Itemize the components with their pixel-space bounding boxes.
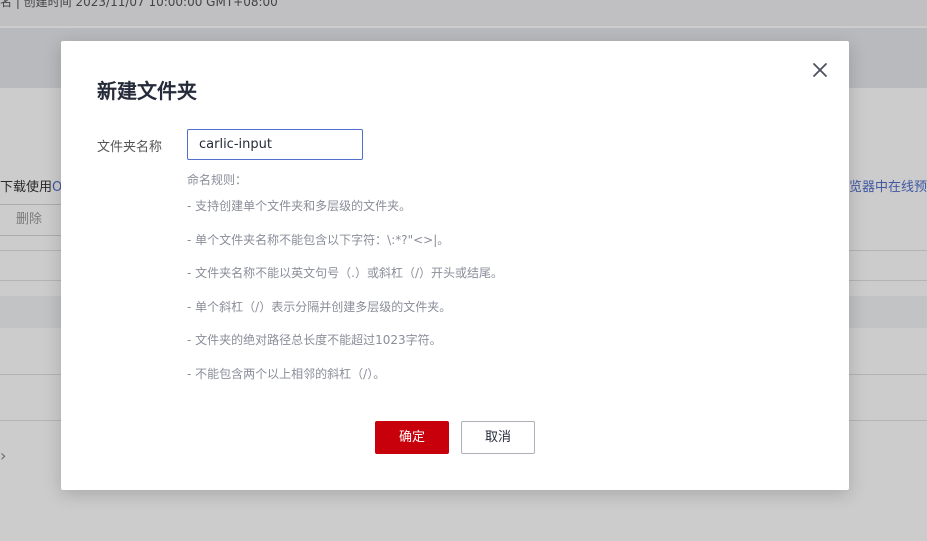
cancel-button[interactable]: 取消 — [461, 421, 535, 454]
confirm-button[interactable]: 确定 — [375, 421, 449, 454]
folder-name-input[interactable] — [187, 129, 363, 160]
folder-name-label: 文件夹名称 — [97, 140, 163, 155]
new-folder-dialog: 新建文件夹 文件夹名称 命名规则： - 支持创建单个文件夹和多层级的文件夹。 -… — [61, 41, 849, 490]
close-icon[interactable] — [809, 59, 831, 81]
naming-rule: - 单个斜杠（/）表示分隔并创建多层级的文件夹。 — [187, 300, 452, 314]
naming-rules-title: 命名规则： — [187, 173, 248, 187]
naming-rule: - 支持创建单个文件夹和多层级的文件夹。 — [187, 199, 412, 213]
naming-rule: - 文件夹的绝对路径总长度不能超过1023字符。 — [187, 333, 442, 347]
naming-rule: - 单个文件夹名称不能包含以下字符：\:*?"<>|。 — [187, 233, 450, 247]
naming-rule: - 不能包含两个以上相邻的斜杠（/）。 — [187, 367, 386, 381]
dialog-title: 新建文件夹 — [97, 79, 197, 103]
naming-rule: - 文件夹名称不能以英文句号（.）或斜杠（/）开头或结尾。 — [187, 266, 504, 280]
